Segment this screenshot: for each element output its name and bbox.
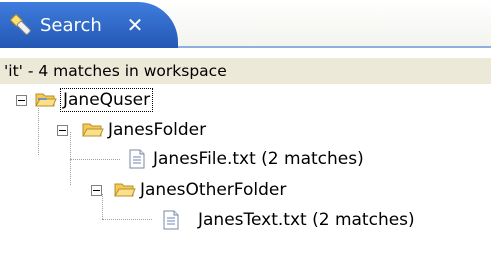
search-flashlight-icon bbox=[10, 14, 31, 35]
tree-connector bbox=[70, 159, 120, 160]
search-summary-bar: 'it' - 4 matches in workspace bbox=[0, 58, 491, 84]
tree-node-folder[interactable]: JanesOtherFolder bbox=[140, 179, 286, 201]
open-folder-icon bbox=[35, 93, 57, 107]
tab-label: Search bbox=[40, 15, 102, 36]
search-summary-text: 'it' - 4 matches in workspace bbox=[4, 62, 227, 80]
collapse-toggle[interactable] bbox=[57, 125, 68, 136]
tree-connector bbox=[38, 108, 39, 155]
view-tab-strip: Search ✕ bbox=[0, 0, 491, 48]
search-view: Search ✕ 'it' - 4 matches in workspace J… bbox=[0, 0, 491, 260]
close-icon[interactable]: ✕ bbox=[124, 14, 146, 36]
tree-connector bbox=[102, 194, 103, 219]
tree-connector bbox=[102, 219, 152, 220]
open-folder-icon bbox=[114, 183, 136, 197]
text-file-icon bbox=[129, 149, 145, 169]
text-file-icon bbox=[163, 210, 179, 230]
tree-node-root[interactable]: JaneQuser bbox=[59, 88, 154, 112]
tree-node-folder[interactable]: JanesFolder bbox=[108, 119, 206, 141]
collapse-toggle[interactable] bbox=[16, 95, 27, 106]
search-results-tree: JaneQuser JanesFolder JanesFile.txt (2 m… bbox=[0, 84, 491, 260]
tree-node-file[interactable]: JanesFile.txt (2 matches) bbox=[153, 148, 364, 170]
tab-search[interactable]: Search ✕ bbox=[0, 2, 178, 48]
open-folder-icon bbox=[82, 123, 104, 137]
collapse-toggle[interactable] bbox=[91, 185, 102, 196]
tree-node-file[interactable]: JanesText.txt (2 matches) bbox=[198, 209, 415, 231]
